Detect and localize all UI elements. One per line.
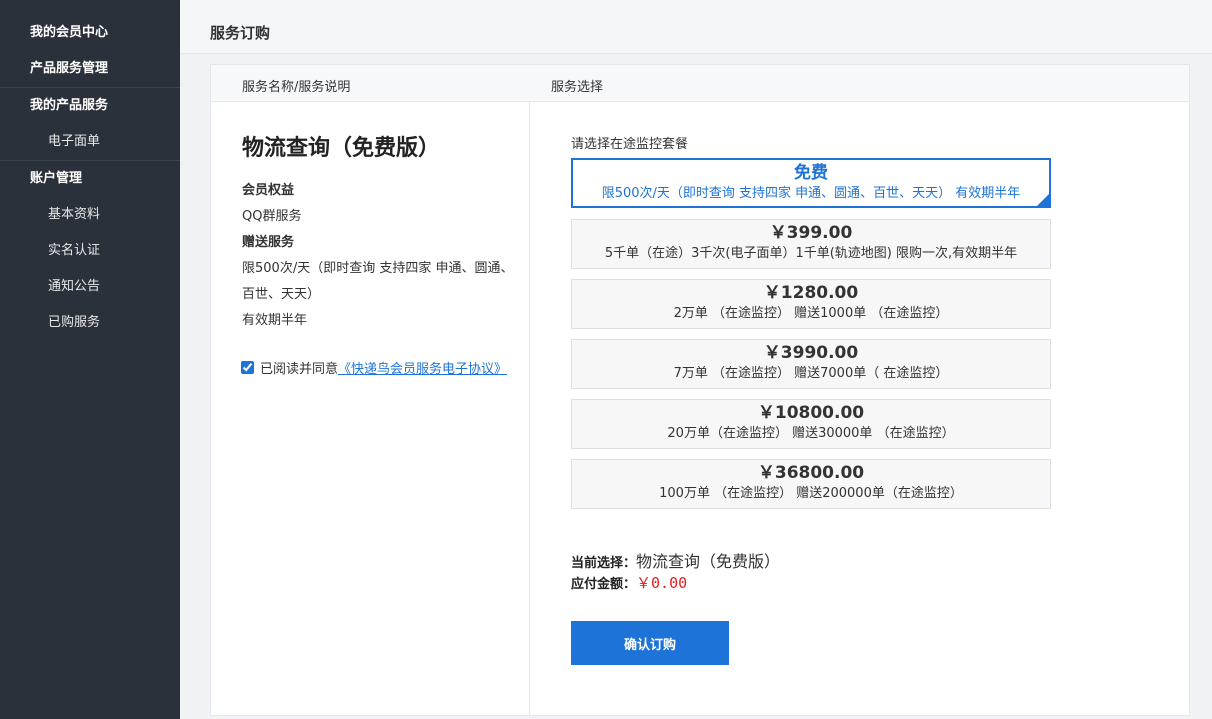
page-header: 服务订购 [180, 0, 1212, 54]
sidebar-item-electronic-waybill[interactable]: 电子面单 [0, 124, 180, 160]
service-description: 物流查询（免费版） 会员权益 QQ群服务 赠送服务 限500次/天（即时查询 支… [211, 102, 530, 715]
column-header-service-selection: 服务选择 [551, 80, 604, 95]
sidebar-item-notices[interactable]: 通知公告 [0, 269, 180, 305]
benefits-text: QQ群服务 [242, 209, 302, 224]
sidebar-item-my-product-services[interactable]: 我的产品服务 [0, 88, 180, 124]
package-price: ￥1280.00 [763, 283, 859, 303]
current-selection-label: 当前选择： [571, 556, 637, 571]
selected-corner-icon [1037, 194, 1049, 206]
service-selection: 请选择在途监控套餐 免费 限500次/天（即时查询 支持四家 申通、圆通、百世、… [531, 102, 1189, 715]
package-price: ￥399.00 [769, 223, 853, 243]
sidebar-item-product-service-management[interactable]: 产品服务管理 [0, 51, 180, 87]
sidebar-item-real-name-auth[interactable]: 实名认证 [0, 233, 180, 269]
column-header-service-name: 服务名称/服务说明 [242, 80, 351, 95]
agreement-prefix: 已阅读并同意 [260, 362, 339, 377]
package-option-10800[interactable]: ￥10800.00 20万单（在途监控） 赠送30000单 （在途监控） [571, 399, 1051, 449]
package-price: ￥10800.00 [757, 403, 865, 423]
benefits-heading: 会员权益 [242, 183, 295, 198]
confirm-order-button[interactable]: 确认订购 [571, 621, 729, 665]
sidebar-item-purchased-services[interactable]: 已购服务 [0, 305, 180, 341]
package-option-1280[interactable]: ￥1280.00 2万单 （在途监控） 赠送1000单 （在途监控） [571, 279, 1051, 329]
product-name: 物流查询（免费版） [242, 136, 441, 161]
package-price: ￥3990.00 [763, 343, 859, 363]
amount-due-value: ￥0.00 [636, 574, 688, 592]
package-description: 2万单 （在途监控） 赠送1000单 （在途监控） [673, 306, 949, 321]
package-description: 100万单 （在途监控） 赠送200000单（在途监控） [659, 486, 963, 501]
package-description: 限500次/天（即时查询 支持四家 申通、圆通、百世、天天） 有效期半年 [601, 186, 1021, 201]
package-price: ￥36800.00 [757, 463, 865, 483]
order-panel: 服务名称/服务说明 服务选择 物流查询（免费版） 会员权益 QQ群服务 赠送服务… [210, 64, 1190, 716]
package-option-free[interactable]: 免费 限500次/天（即时查询 支持四家 申通、圆通、百世、天天） 有效期半年 [571, 158, 1051, 208]
sidebar-item-member-center[interactable]: 我的会员中心 [0, 15, 180, 51]
validity-text: 有效期半年 [242, 313, 308, 328]
package-option-399[interactable]: ￥399.00 5千单（在途）3千次(电子面单）1千单(轨迹地图) 限购一次,有… [571, 219, 1051, 269]
package-description: 7万单 （在途监控） 赠送7000单（ 在途监控） [673, 366, 949, 381]
agreement-checkbox[interactable] [241, 361, 254, 374]
table-header: 服务名称/服务说明 服务选择 [211, 65, 1189, 102]
sidebar-item-basic-info[interactable]: 基本资料 [0, 197, 180, 233]
package-description: 5千单（在途）3千次(电子面单）1千单(轨迹地图) 限购一次,有效期半年 [604, 246, 1018, 261]
package-price: 免费 [794, 163, 828, 183]
package-selection-label: 请选择在途监控套餐 [571, 137, 689, 152]
page-title: 服务订购 [210, 24, 271, 42]
amount-due: 应付金额：￥0.00 [571, 572, 687, 593]
sidebar: 我的会员中心 产品服务管理 我的产品服务 电子面单 账户管理 基本资料 实名认证… [0, 0, 180, 719]
current-selection: 当前选择：物流查询（免费版） [571, 548, 780, 572]
package-description: 20万单（在途监控） 赠送30000单 （在途监控） [667, 426, 955, 441]
amount-due-label: 应付金额： [571, 577, 637, 592]
package-option-36800[interactable]: ￥36800.00 100万单 （在途监控） 赠送200000单（在途监控） [571, 459, 1051, 509]
current-selection-value: 物流查询（免费版） [636, 552, 781, 571]
gift-heading: 赠送服务 [242, 235, 295, 250]
gift-description: 限500次/天（即时查询 支持四家 申通、圆通、百世、天天） [242, 261, 514, 302]
sidebar-item-account-management[interactable]: 账户管理 [0, 161, 180, 197]
agreement-link[interactable]: 《快递鸟会员服务电子协议》 [338, 358, 507, 377]
package-option-3990[interactable]: ￥3990.00 7万单 （在途监控） 赠送7000单（ 在途监控） [571, 339, 1051, 389]
agreement-row: 已阅读并同意 《快递鸟会员服务电子协议》 [241, 358, 507, 377]
